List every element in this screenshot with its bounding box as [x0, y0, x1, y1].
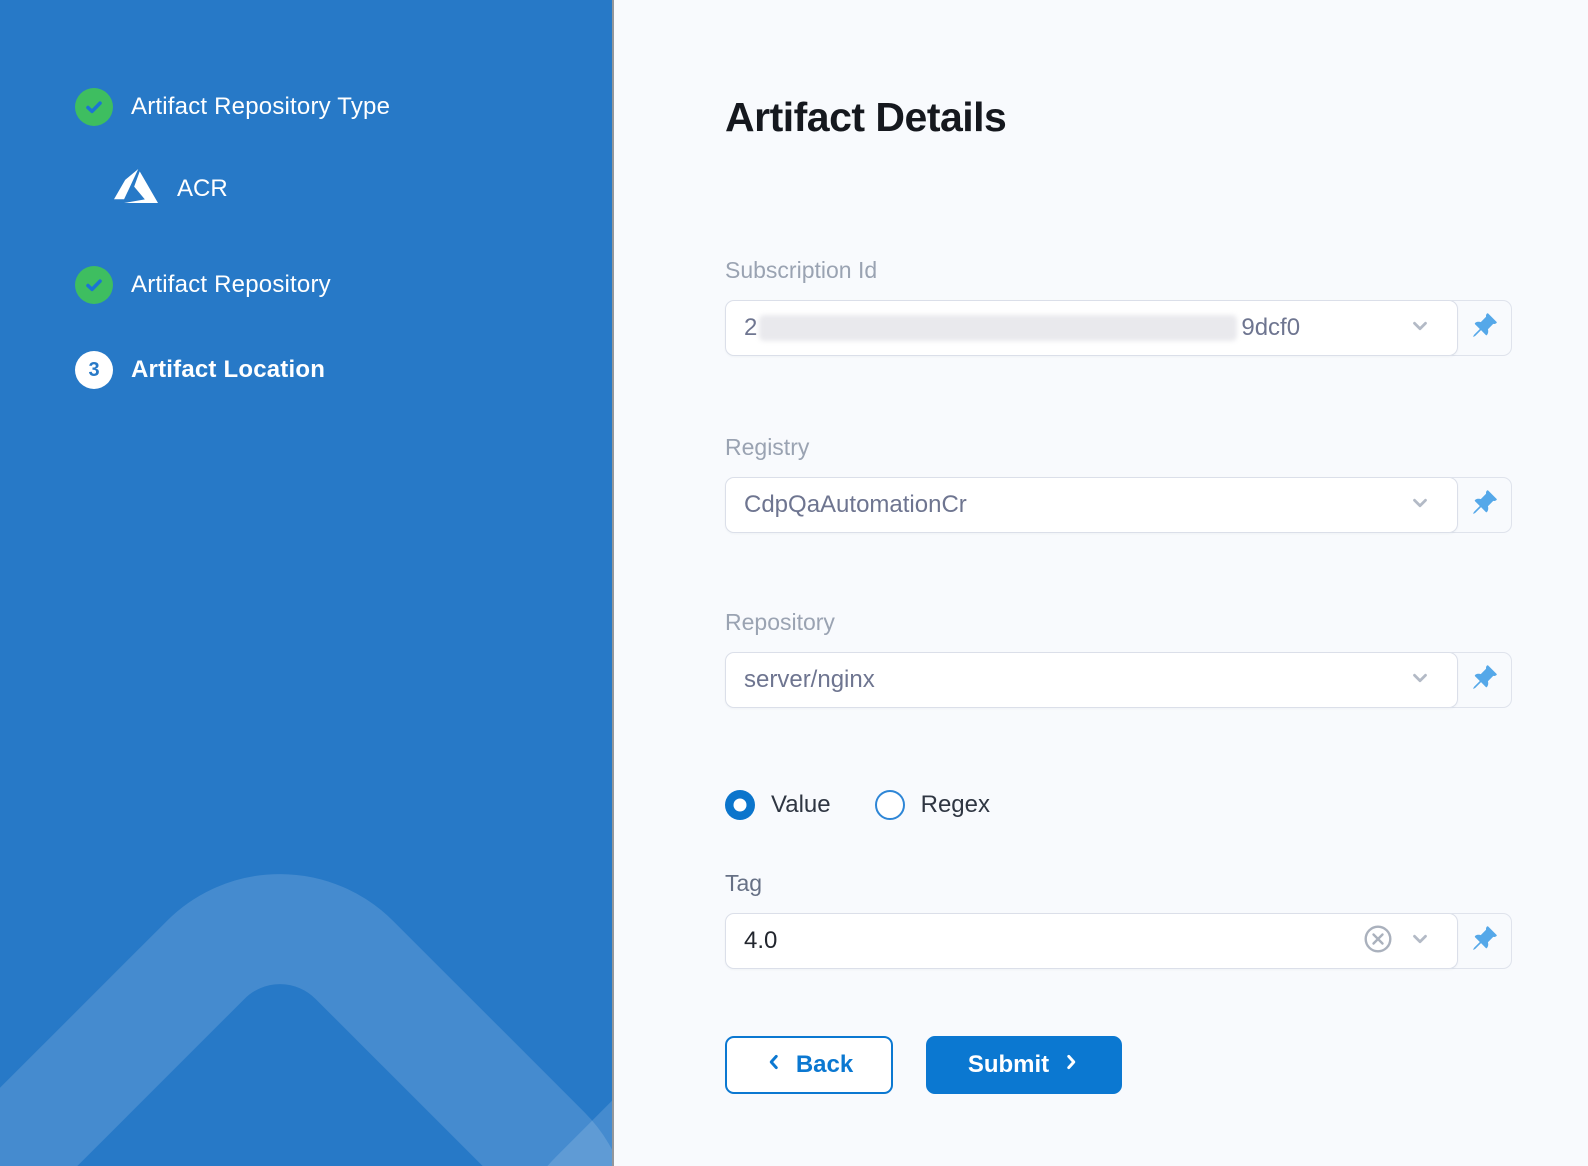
repository-label: Repository — [725, 609, 1512, 636]
page-title: Artifact Details — [725, 94, 1512, 141]
chevron-down-icon[interactable] — [1409, 315, 1431, 342]
chevron-down-icon[interactable] — [1409, 492, 1431, 519]
step-label: Artifact Repository — [131, 271, 331, 299]
step-artifact-repository-type[interactable]: Artifact Repository Type — [75, 88, 390, 126]
subscription-id-prefix: 2 — [744, 314, 757, 342]
azure-logo-icon — [110, 164, 162, 213]
subscription-id-suffix: 9dcf0 — [1241, 314, 1300, 342]
clear-icon[interactable] — [1363, 924, 1393, 959]
sidebar-item-acr[interactable]: ACR — [110, 164, 228, 213]
step-label: Artifact Repository Type — [131, 93, 390, 121]
subscription-id-select[interactable]: 2 9dcf0 — [725, 300, 1458, 356]
brand-watermark — [0, 0, 612, 1166]
tag-label: Tag — [725, 870, 1512, 897]
chevron-left-icon — [765, 1051, 783, 1079]
wizard-sidebar: Artifact Repository Type ACR Artifact Re… — [0, 0, 612, 1166]
sidebar-item-label: ACR — [177, 175, 228, 203]
step-label: Artifact Location — [131, 356, 325, 384]
chevron-right-icon — [1062, 1051, 1080, 1079]
check-icon — [75, 88, 113, 126]
chevron-down-icon[interactable] — [1409, 928, 1431, 955]
subscription-id-field: 2 9dcf0 — [725, 300, 1512, 356]
wizard-actions: Back Submit — [725, 1036, 1512, 1094]
pin-icon — [1471, 489, 1498, 521]
chevron-down-icon[interactable] — [1409, 667, 1431, 694]
repository-select[interactable]: server/nginx — [725, 652, 1458, 708]
repository-value: server/nginx — [744, 666, 875, 694]
tag-mode-radio-group: Value Regex — [725, 789, 1512, 821]
radio-label: Regex — [921, 791, 990, 819]
submit-button[interactable]: Submit — [926, 1036, 1122, 1094]
step-artifact-location[interactable]: 3 Artifact Location — [75, 351, 325, 389]
artifact-details-panel: Artifact Details Subscription Id 2 9dcf0 — [614, 0, 1588, 1166]
pin-icon — [1471, 925, 1498, 957]
registry-label: Registry — [725, 434, 1512, 461]
step-artifact-repository[interactable]: Artifact Repository — [75, 266, 331, 304]
radio-unselected-icon — [875, 790, 905, 820]
back-button[interactable]: Back — [725, 1036, 893, 1094]
tag-value: 4.0 — [744, 927, 777, 955]
registry-value: CdpQaAutomationCr — [744, 491, 967, 519]
pin-icon — [1471, 312, 1498, 344]
artifact-details-form: Subscription Id 2 9dcf0 — [725, 257, 1512, 1094]
tag-field: 4.0 — [725, 913, 1512, 969]
step-number-badge: 3 — [75, 351, 113, 389]
pin-icon — [1471, 664, 1498, 696]
submit-button-label: Submit — [968, 1051, 1049, 1079]
subscription-id-label: Subscription Id — [725, 257, 1512, 284]
redacted-value — [759, 315, 1237, 341]
check-icon — [75, 266, 113, 304]
radio-regex[interactable]: Regex — [875, 790, 990, 820]
radio-value[interactable]: Value — [725, 790, 831, 820]
repository-field: server/nginx — [725, 652, 1512, 708]
radio-selected-icon — [725, 790, 755, 820]
registry-select[interactable]: CdpQaAutomationCr — [725, 477, 1458, 533]
tag-input[interactable]: 4.0 — [725, 913, 1458, 969]
registry-field: CdpQaAutomationCr — [725, 477, 1512, 533]
back-button-label: Back — [796, 1051, 853, 1079]
radio-label: Value — [771, 791, 831, 819]
